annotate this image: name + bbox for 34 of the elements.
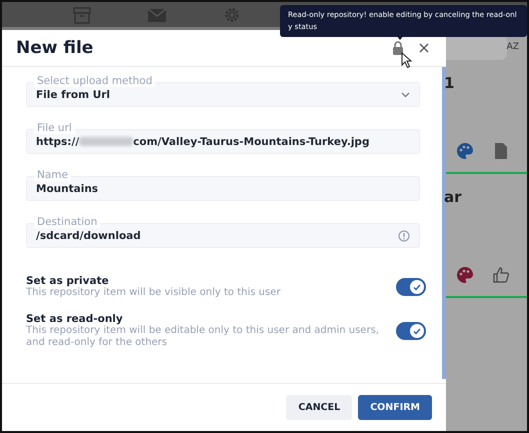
info-icon bbox=[398, 230, 410, 242]
cancel-button[interactable]: CANCEL bbox=[286, 395, 352, 420]
select-field[interactable]: Select upload method File from Url bbox=[26, 75, 420, 107]
toggle-switch[interactable] bbox=[396, 278, 426, 296]
mouse-pointer-icon bbox=[401, 52, 413, 69]
toggle-title: Set as read-only bbox=[26, 313, 124, 325]
check-icon bbox=[413, 284, 421, 290]
tooltip-pointer-icon bbox=[396, 35, 404, 40]
dialog-title: New file bbox=[16, 38, 94, 58]
thumbs-up-icon[interactable] bbox=[492, 266, 510, 284]
toggle-description: This repository item will be editable only to this user and admin users, and read-only for the others bbox=[26, 325, 380, 349]
url-text: https:// bbox=[36, 136, 80, 148]
palette-icon[interactable] bbox=[456, 266, 474, 284]
input-field[interactable]: Name Mountains bbox=[26, 169, 420, 201]
input-field[interactable]: Destination /sdcard/download bbox=[26, 216, 420, 248]
close-icon[interactable] bbox=[419, 43, 429, 53]
sort-icon[interactable]: AZ bbox=[506, 42, 519, 52]
field-label: Name bbox=[34, 169, 71, 181]
card-title: ar bbox=[444, 188, 463, 206]
toggle-title: Set as private bbox=[26, 275, 110, 287]
field-label: Select upload method bbox=[34, 75, 156, 87]
chevron-down-icon bbox=[401, 92, 410, 98]
toggle-description: This repository item will be visible only to this user bbox=[26, 287, 282, 299]
url-text: com/Valley-Taurus-Mountains-Turkey.jpg bbox=[133, 136, 370, 148]
card-title: 1 bbox=[444, 74, 456, 92]
input-field[interactable]: File url https:// com/Valley-Taurus-Mountains-Turkey.jpg bbox=[26, 122, 420, 154]
palette-icon[interactable] bbox=[456, 142, 474, 160]
check-icon bbox=[413, 328, 421, 334]
toggle-switch[interactable] bbox=[396, 322, 426, 340]
confirm-button[interactable]: CONFIRM bbox=[358, 395, 432, 420]
document-icon[interactable] bbox=[492, 142, 510, 160]
field-label: Destination bbox=[34, 216, 100, 228]
field-label: File url bbox=[34, 122, 75, 134]
lock-icon[interactable] bbox=[392, 41, 404, 55]
